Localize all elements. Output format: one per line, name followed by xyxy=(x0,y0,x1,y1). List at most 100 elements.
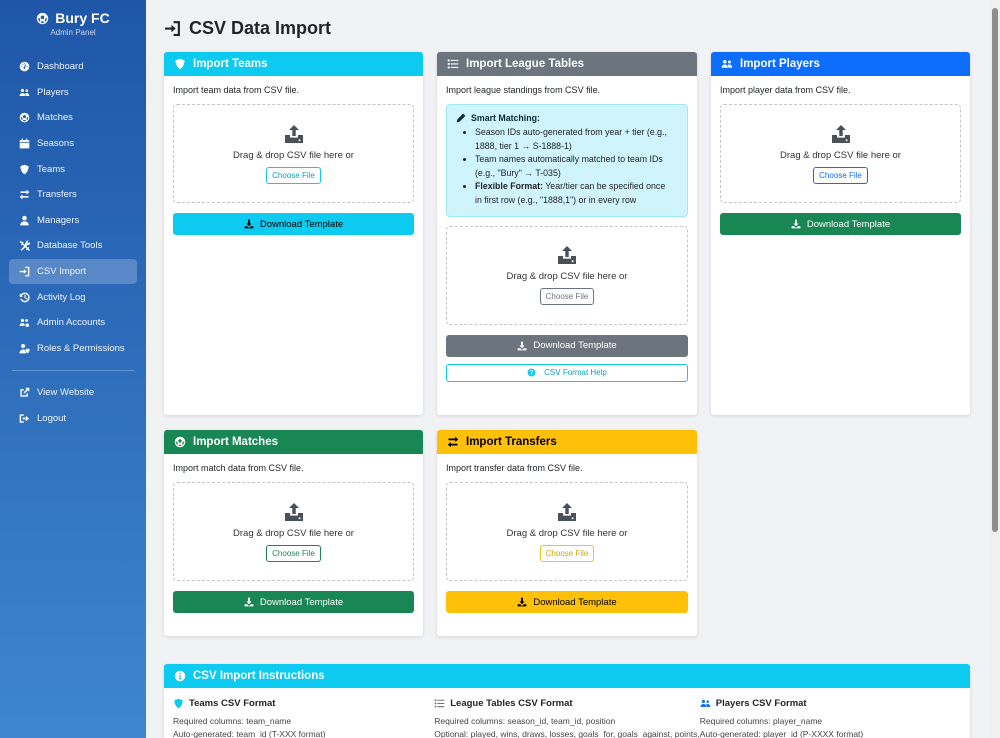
football-icon xyxy=(174,436,193,448)
import-league-tables-card: Import League Tables Import league stand… xyxy=(437,52,697,415)
football-icon xyxy=(18,111,31,124)
csv-format-help-button[interactable]: CSV Format Help xyxy=(446,363,688,382)
sidebar-item-label: View Website xyxy=(37,387,95,399)
smart-line: (e.g., "Bury" → T-035) xyxy=(475,167,561,178)
sidebar-item-dashboard[interactable]: Dashboard xyxy=(9,54,137,80)
sidebar-item-logout[interactable]: Logout xyxy=(9,406,137,432)
choose-file-button[interactable]: Choose File xyxy=(266,166,321,184)
column-title-text: Players CSV Format xyxy=(715,698,807,709)
smart-matching-title-text: Smart Matching: xyxy=(471,113,540,123)
card-description: Import match data from CSV file. xyxy=(173,463,304,473)
download-icon xyxy=(244,219,254,229)
question-icon xyxy=(527,368,536,377)
smart-line: Team names automatically matched to team… xyxy=(475,154,663,165)
sidebar-item-admin-accounts[interactable]: Admin Accounts xyxy=(9,310,137,336)
page-scrollbar[interactable] xyxy=(990,0,1000,738)
brand-title: Bury FC xyxy=(0,10,146,26)
user-shield-icon xyxy=(18,342,31,355)
sidebar-item-seasons[interactable]: Seasons xyxy=(9,131,137,157)
sidebar-nav: Dashboard Players Matches Seasons Teams … xyxy=(0,54,146,431)
exchange-icon xyxy=(18,188,31,201)
import-matches-card: Import Matches Import match data from CS… xyxy=(164,430,423,636)
pencil-icon xyxy=(456,113,466,123)
card-title: Import Players xyxy=(740,58,820,70)
dropzone-text: Drag & drop CSV file here or xyxy=(233,527,354,539)
external-link-icon xyxy=(18,386,31,399)
sidebar-item-matches[interactable]: Matches xyxy=(9,105,137,131)
dropzone-text: Drag & drop CSV file here or xyxy=(780,149,901,161)
info-icon xyxy=(174,670,193,682)
choose-file-button[interactable]: Choose File xyxy=(813,166,868,184)
card-description: Import league standings from CSV file. xyxy=(446,85,601,95)
sidebar-item-teams[interactable]: Teams xyxy=(9,156,137,182)
sidebar-item-database-tools[interactable]: Database Tools xyxy=(9,233,137,259)
download-template-button[interactable]: Download Template xyxy=(720,213,961,235)
download-template-button[interactable]: Download Template xyxy=(446,591,688,613)
teams-format-column: Teams CSV Format Required columns: team_… xyxy=(173,698,434,738)
smart-line: Year/tier can be specified once xyxy=(542,181,666,192)
sidebar-item-transfers[interactable]: Transfers xyxy=(9,182,137,208)
page-title: CSV Data Import xyxy=(164,18,331,39)
sidebar-item-managers[interactable]: Managers xyxy=(9,208,137,234)
sidebar-item-activity-log[interactable]: Activity Log xyxy=(9,284,137,310)
card-header: Import Teams xyxy=(164,52,423,76)
players-dropzone[interactable]: Drag & drop CSV file here or Choose File xyxy=(720,104,961,203)
card-title: Import Matches xyxy=(193,436,278,448)
league-dropzone[interactable]: Drag & drop CSV file here or Choose File xyxy=(446,225,688,325)
dropzone-text: Drag & drop CSV file here or xyxy=(506,527,628,539)
download-template-button[interactable]: Download Template xyxy=(173,591,414,613)
sidebar-item-label: Managers xyxy=(37,214,80,226)
choose-file-button[interactable]: Choose File xyxy=(266,544,321,562)
download-icon xyxy=(517,597,527,607)
teams-dropzone[interactable]: Drag & drop CSV file here or Choose File xyxy=(173,104,414,203)
import-transfers-card: Import Transfers Import transfer data fr… xyxy=(437,430,697,636)
smart-line: Season IDs auto-generated from year + ti… xyxy=(475,127,667,137)
button-label: Download Template xyxy=(533,596,617,608)
card-header: Import Matches xyxy=(164,430,423,454)
sidebar-item-label: Logout xyxy=(37,413,67,425)
transfers-dropzone[interactable]: Drag & drop CSV file here or Choose File xyxy=(446,482,688,581)
choose-file-button[interactable]: Choose File xyxy=(539,544,595,562)
download-icon xyxy=(517,341,527,351)
football-icon xyxy=(36,12,49,25)
history-icon xyxy=(18,291,31,304)
sidebar-item-csv-import[interactable]: CSV Import xyxy=(9,258,137,285)
sidebar-item-label: Players xyxy=(37,86,69,98)
card-title: Import Transfers xyxy=(466,436,557,448)
list-icon xyxy=(447,58,466,70)
column-title-text: Teams CSV Format xyxy=(189,698,276,709)
scrollbar-thumb[interactable] xyxy=(992,8,998,532)
sidebar-item-label: Activity Log xyxy=(37,291,86,303)
sidebar-item-players[interactable]: Players xyxy=(9,80,137,106)
card-header: CSV Import Instructions xyxy=(164,664,970,688)
column-title: League Tables CSV Format xyxy=(434,698,700,709)
download-template-button[interactable]: Download Template xyxy=(173,213,414,235)
sidebar-item-label: Admin Accounts xyxy=(37,317,106,329)
sidebar-item-roles-permissions[interactable]: Roles & Permissions xyxy=(9,336,137,362)
smart-matching-title: Smart Matching: xyxy=(456,113,679,123)
matches-dropzone[interactable]: Drag & drop CSV file here or Choose File xyxy=(173,482,414,581)
brand-name: Bury FC xyxy=(55,10,110,26)
download-icon xyxy=(244,597,254,607)
smart-matching-info: Smart Matching: Season IDs auto-generate… xyxy=(446,104,688,217)
choose-file-button[interactable]: Choose File xyxy=(539,288,595,306)
card-header: Import League Tables xyxy=(437,52,697,76)
card-description: Import player data from CSV file. xyxy=(720,85,851,95)
download-template-button[interactable]: Download Template xyxy=(446,334,688,357)
sidebar-item-label: Matches xyxy=(37,112,73,124)
instruction-line: Auto-generated: player_id (P-XXXX format… xyxy=(699,729,864,738)
sidebar-item-label: Teams xyxy=(37,163,65,175)
import-icon xyxy=(164,20,181,37)
smart-line: in first row (e.g., "1888,1") or in ever… xyxy=(475,194,637,205)
card-description: Import transfer data from CSV file. xyxy=(446,463,583,473)
brand: Bury FC Admin Panel xyxy=(0,0,146,48)
instruction-line: Optional: played, wins, draws, losses, g… xyxy=(434,729,700,738)
sidebar-item-view-website[interactable]: View Website xyxy=(9,380,137,406)
sidebar: Bury FC Admin Panel Dashboard Players Ma… xyxy=(0,0,146,738)
download-icon xyxy=(791,219,801,229)
upload-icon xyxy=(557,245,577,271)
button-label: Download Template xyxy=(259,596,344,608)
instruction-line: Required columns: season_id, team_id, po… xyxy=(434,716,616,726)
instruction-line: Auto-generated: team_id (T-XXX format) xyxy=(173,729,326,738)
dropzone-text: Drag & drop CSV file here or xyxy=(233,149,354,161)
